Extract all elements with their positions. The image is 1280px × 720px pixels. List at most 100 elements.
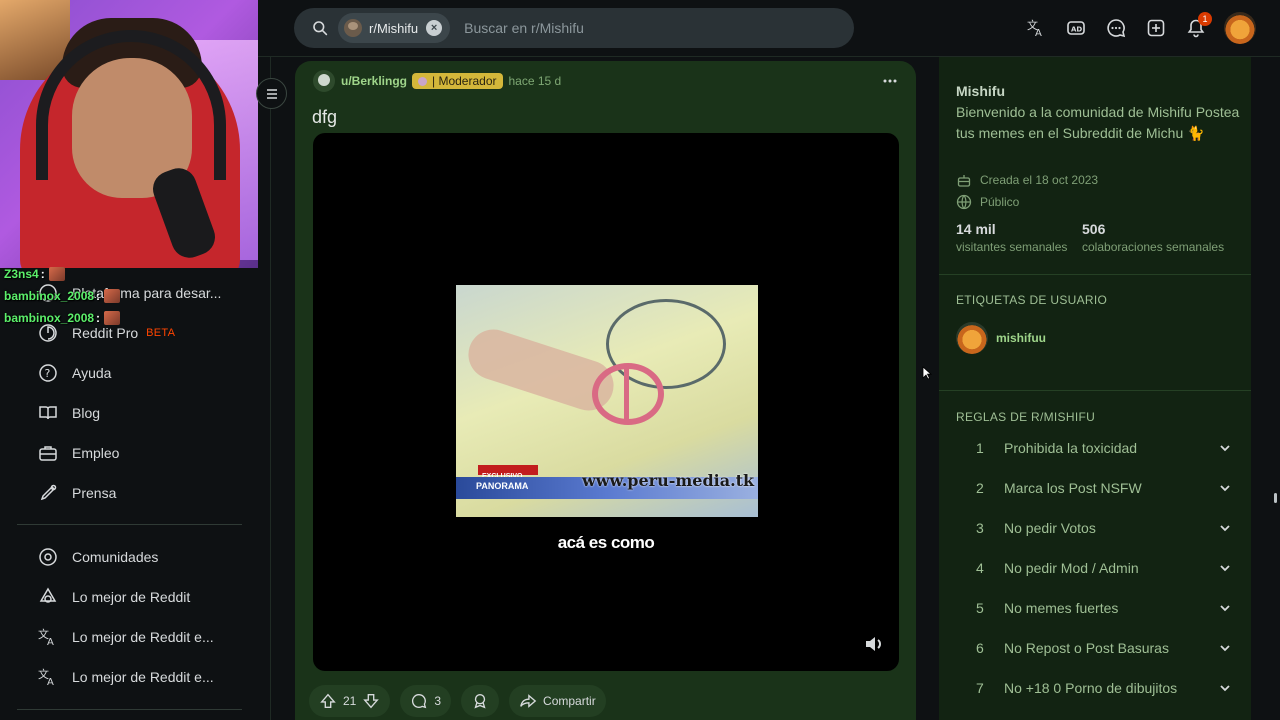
- create-post-icon[interactable]: [1144, 16, 1168, 40]
- comment-count: 3: [434, 694, 442, 708]
- sidebar-divider: [939, 274, 1251, 275]
- sidebar-item-label: Comunidades: [72, 549, 159, 565]
- user-avatar[interactable]: [1224, 12, 1256, 44]
- sidebar-item-label: Lo mejor de Reddit e...: [72, 669, 214, 685]
- video-tag-bar: EXCLUSIVO: [478, 465, 538, 480]
- reddit-page: r/Mishifu × Buscar en r/Mishifu 文A AD 1: [0, 0, 1280, 720]
- translate-icon[interactable]: 文A: [1024, 16, 1048, 40]
- rules-heading: REGLAS DE R/MISHIFU: [956, 410, 1096, 424]
- rule-number: 2: [976, 480, 984, 496]
- award-button[interactable]: [461, 685, 500, 717]
- sidebar-item-communities[interactable]: Comunidades: [37, 544, 247, 570]
- best-icon: [37, 586, 59, 608]
- vote-count: 21: [343, 694, 357, 708]
- community-search-chip[interactable]: r/Mishifu ×: [338, 13, 451, 43]
- rule-item[interactable]: 4 No pedir Mod / Admin: [976, 558, 1232, 578]
- rule-item[interactable]: 1 Prohibida la toxicidad: [976, 438, 1232, 458]
- communities-icon: [37, 546, 59, 568]
- rule-item[interactable]: 7 No +18 0 Porno de dibujitos: [976, 678, 1232, 698]
- chevron-down-icon[interactable]: [1218, 601, 1232, 615]
- flair-emoji-icon: [418, 76, 428, 86]
- post-title[interactable]: dfg: [312, 107, 337, 128]
- rule-number: 1: [976, 440, 984, 456]
- rule-text: No pedir Mod / Admin: [1004, 560, 1139, 576]
- chevron-down-icon[interactable]: [1218, 481, 1232, 495]
- comments-button[interactable]: 3: [400, 685, 452, 717]
- svg-text:AD: AD: [1071, 26, 1082, 34]
- user-tag-row[interactable]: mishifuu: [956, 322, 1046, 354]
- sidebar-item-help[interactable]: ? Ayuda: [37, 360, 247, 386]
- translate-icon: 文A: [37, 626, 59, 648]
- sidebar-item-label: Ayuda: [72, 365, 112, 381]
- advertise-icon[interactable]: AD: [1064, 16, 1088, 40]
- sidebar-item-blog[interactable]: Blog: [37, 400, 247, 426]
- rule-text: No +18 0 Porno de dibujitos: [1004, 680, 1178, 696]
- pro-icon: [37, 322, 59, 344]
- search-input[interactable]: Buscar en r/Mishifu: [464, 20, 584, 36]
- sidebar-item-careers[interactable]: Empleo: [37, 440, 247, 466]
- emote-icon: [104, 289, 121, 303]
- rule-item[interactable]: 2 Marca los Post NSFW: [976, 478, 1232, 498]
- rule-item[interactable]: 3 No pedir Votos: [976, 518, 1232, 538]
- emote-icon: [48, 267, 65, 281]
- rule-number: 4: [976, 560, 984, 576]
- community-description: Bienvenido a la comunidad de Mishifu Pos…: [956, 104, 1240, 141]
- video-player[interactable]: EXCLUSIVO PANORAMA www.peru-media.tk acá…: [313, 133, 899, 671]
- svg-text:A: A: [47, 677, 54, 687]
- comment-icon: [412, 694, 427, 709]
- mouse-cursor-icon: [922, 366, 932, 380]
- rule-number: 7: [976, 680, 984, 696]
- more-options-icon[interactable]: [882, 73, 898, 89]
- chevron-down-icon[interactable]: [1218, 561, 1232, 575]
- svg-text:?: ?: [45, 367, 51, 380]
- help-icon: ?: [37, 362, 59, 384]
- chevron-down-icon[interactable]: [1218, 441, 1232, 455]
- post-author[interactable]: u/Berklingg: [341, 74, 407, 88]
- press-icon: [37, 482, 59, 504]
- video-watermark: www.peru-media.tk: [582, 471, 755, 490]
- sidebar-item-label: Prensa: [72, 485, 117, 501]
- svg-text:A: A: [47, 637, 54, 647]
- scroll-thumb[interactable]: [1274, 493, 1277, 503]
- sidebar-item-label: Lo mejor de Reddit e...: [72, 629, 214, 645]
- sidebar-toggle-button[interactable]: [256, 78, 287, 109]
- chip-close-icon[interactable]: ×: [426, 20, 443, 36]
- rule-text: Prohibida la toxicidad: [1004, 440, 1138, 456]
- page-scrollbar[interactable]: [1268, 57, 1280, 720]
- visibility-text: Público: [980, 195, 1020, 209]
- author-avatar[interactable]: [313, 70, 335, 92]
- sidebar-item-press[interactable]: Prensa: [37, 480, 247, 506]
- sidebar-item-best-of-reddit-lang-2[interactable]: 文A Lo mejor de Reddit e...: [37, 664, 247, 690]
- community-avatar: [344, 19, 362, 37]
- peace-symbol-icon: [592, 363, 664, 425]
- chat-username: bambinox_2008: [4, 311, 95, 325]
- rule-text: No pedir Votos: [1004, 520, 1096, 536]
- chat-message: bambinox_2008:: [4, 289, 121, 303]
- volume-icon[interactable]: [863, 633, 885, 655]
- post-card[interactable]: u/Berklingg | Moderador hace 15 d dfg EX…: [295, 61, 916, 720]
- community-name: Mishifu: [956, 83, 1005, 99]
- svg-text:A: A: [1035, 28, 1042, 38]
- beta-badge: BETA: [146, 327, 176, 339]
- sidebar-item-best-of-reddit-lang-1[interactable]: 文A Lo mejor de Reddit e...: [37, 624, 247, 650]
- sidebar-item-best-of-reddit[interactable]: Lo mejor de Reddit: [37, 584, 247, 610]
- rule-item[interactable]: 5 No memes fuertes: [976, 598, 1232, 618]
- chevron-down-icon[interactable]: [1218, 521, 1232, 535]
- rule-item[interactable]: 6 No Repost o Post Basuras: [976, 638, 1232, 658]
- upvote-icon[interactable]: [319, 692, 337, 710]
- stat-value: 14 mil: [956, 221, 996, 237]
- rule-number: 5: [976, 600, 984, 616]
- chat-icon[interactable]: [1104, 16, 1128, 40]
- chat-separator: :: [96, 289, 101, 303]
- chevron-down-icon[interactable]: [1218, 641, 1232, 655]
- notifications-icon[interactable]: 1: [1184, 12, 1212, 40]
- sidebar-item-label: Reddit Pro: [72, 325, 139, 341]
- rule-text: No Repost o Post Basuras: [1004, 640, 1169, 656]
- chevron-down-icon[interactable]: [1218, 681, 1232, 695]
- share-button[interactable]: Compartir: [509, 685, 606, 717]
- book-icon: [37, 402, 59, 424]
- award-icon: [474, 694, 486, 709]
- search-bar[interactable]: r/Mishifu × Buscar en r/Mishifu: [294, 8, 854, 48]
- downvote-icon[interactable]: [362, 692, 380, 710]
- sidebar-item-label: Blog: [72, 405, 101, 421]
